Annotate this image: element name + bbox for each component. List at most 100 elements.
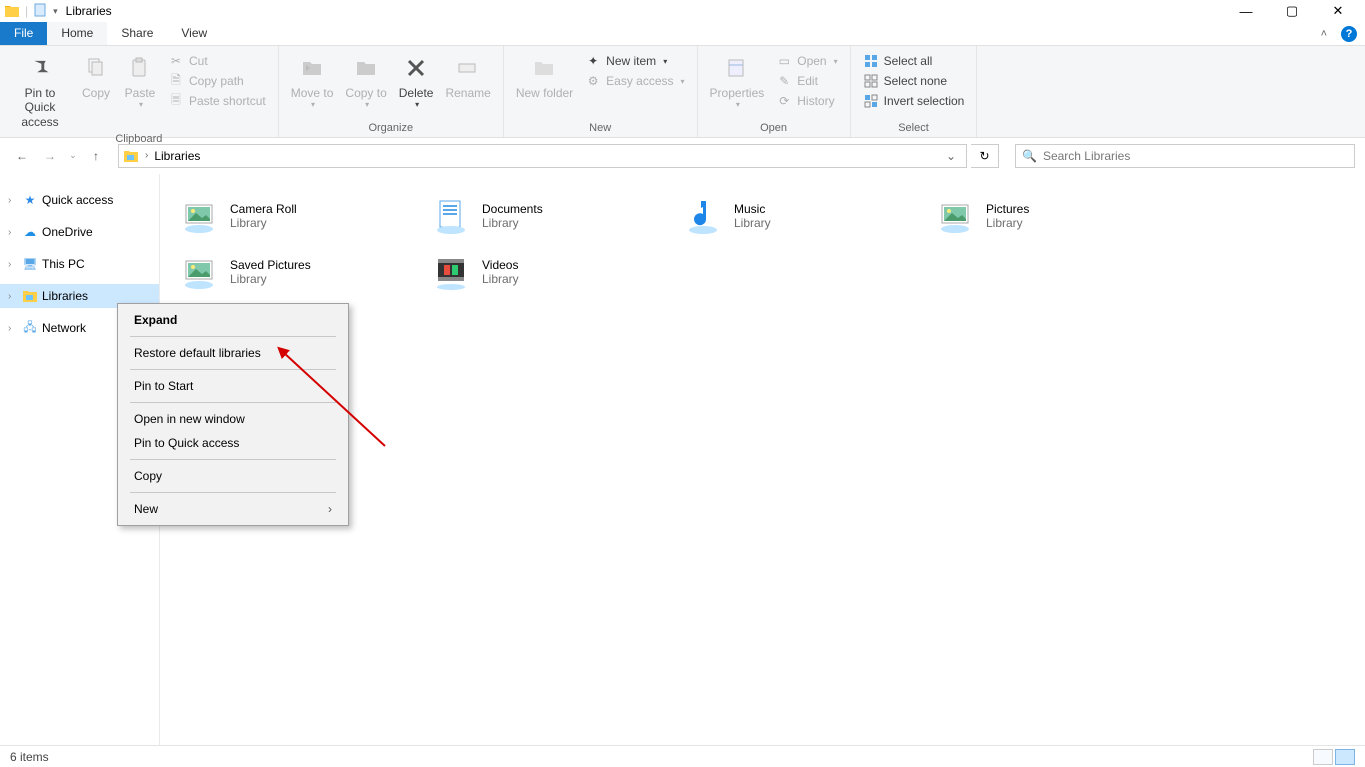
select-none-button[interactable]: Select none xyxy=(861,72,967,90)
ctx-new[interactable]: New › xyxy=(120,497,346,521)
library-type: Library xyxy=(230,216,297,230)
library-name: Music xyxy=(734,202,771,216)
group-select: Select all Select none Invert selection … xyxy=(851,46,978,137)
address-crumb[interactable]: Libraries xyxy=(150,149,204,163)
minimize-button[interactable]: — xyxy=(1223,0,1269,22)
view-details-button[interactable] xyxy=(1313,749,1333,765)
history-button: ⟳History xyxy=(774,92,839,110)
search-box[interactable]: 🔍 Search Libraries xyxy=(1015,144,1355,168)
network-icon: 🖧 xyxy=(22,320,38,336)
cut-icon: ✂ xyxy=(168,53,184,69)
maximize-button[interactable]: ▢ xyxy=(1269,0,1315,22)
refresh-button[interactable]: ↻ xyxy=(971,144,999,168)
qat-properties-icon[interactable] xyxy=(33,2,49,21)
expand-icon[interactable]: › xyxy=(8,323,18,334)
app-icon xyxy=(4,3,20,19)
close-button[interactable]: ✕ xyxy=(1315,0,1361,22)
address-bar[interactable]: › Libraries ⌄ xyxy=(118,144,967,168)
status-text: 6 items xyxy=(10,750,49,764)
library-name: Camera Roll xyxy=(230,202,297,216)
select-all-button[interactable]: Select all xyxy=(861,52,967,70)
expand-icon[interactable]: › xyxy=(8,195,18,206)
quick-access-icon: ★ xyxy=(22,192,38,208)
group-select-label: Select xyxy=(857,120,971,137)
copy-path-label: Copy path xyxy=(189,74,244,88)
tab-home[interactable]: Home xyxy=(47,22,107,45)
quick-access-toolbar: | ▾ xyxy=(4,2,58,21)
window-controls: — ▢ ✕ xyxy=(1223,0,1361,22)
search-icon: 🔍 xyxy=(1022,149,1037,163)
recent-locations-button[interactable]: ⌄ xyxy=(66,144,80,168)
properties-label: Properties xyxy=(710,86,765,100)
ctx-open-in-new-window[interactable]: Open in new window xyxy=(120,407,346,431)
address-dropdown-icon[interactable]: ⌄ xyxy=(940,149,962,163)
qat-dropdown-icon[interactable]: ▾ xyxy=(53,6,58,17)
select-all-icon xyxy=(863,53,879,69)
select-all-label: Select all xyxy=(884,54,933,68)
tree-onedrive[interactable]: ›☁OneDrive xyxy=(0,220,159,244)
ctx-separator xyxy=(130,402,336,403)
back-button[interactable]: ← xyxy=(10,144,34,168)
submenu-arrow-icon: › xyxy=(328,502,332,516)
tree-label: Network xyxy=(42,321,86,335)
invert-selection-button[interactable]: Invert selection xyxy=(861,92,967,110)
pin-to-quick-access-button[interactable]: Pin to Quick access xyxy=(6,50,74,131)
expand-icon[interactable]: › xyxy=(8,259,18,270)
library-type: Library xyxy=(986,216,1029,230)
ctx-pin-to-quick-access[interactable]: Pin to Quick access xyxy=(120,431,346,455)
copy-path-icon: 🗎 xyxy=(168,73,184,89)
ctx-restore-default-libraries[interactable]: Restore default libraries xyxy=(120,341,346,365)
window-title: Libraries xyxy=(66,4,112,18)
open-button: ▭Open▾ xyxy=(774,52,839,70)
new-item-label: New item xyxy=(606,54,656,68)
tab-share[interactable]: Share xyxy=(107,22,167,45)
ctx-pin-to-start[interactable]: Pin to Start xyxy=(120,374,346,398)
tab-view[interactable]: View xyxy=(167,22,221,45)
edit-button: ✎Edit xyxy=(774,72,839,90)
tree-label: OneDrive xyxy=(42,225,93,239)
copy-path-button: 🗎 Copy path xyxy=(166,72,268,90)
library-image-icon xyxy=(178,195,220,237)
libraries-icon xyxy=(22,288,38,304)
ctx-copy[interactable]: Copy xyxy=(120,464,346,488)
ctx-label: Copy xyxy=(134,469,162,483)
library-name: Documents xyxy=(482,202,543,216)
expand-icon[interactable]: › xyxy=(8,227,18,238)
tree-label: This PC xyxy=(42,257,85,271)
open-label: Open xyxy=(797,54,826,68)
library-music-icon xyxy=(682,195,724,237)
invert-selection-icon xyxy=(863,93,879,109)
library-item[interactable]: VideosLibrary xyxy=(428,244,680,300)
ctx-label: New xyxy=(134,502,158,516)
help-icon[interactable]: ? xyxy=(1341,26,1357,42)
library-item[interactable]: DocumentsLibrary xyxy=(428,188,680,244)
up-button[interactable]: ↑ xyxy=(84,144,108,168)
view-tiles-button[interactable] xyxy=(1335,749,1355,765)
collapse-ribbon-icon[interactable]: ˄ xyxy=(1315,28,1333,40)
new-folder-label: New folder xyxy=(516,86,573,100)
library-item[interactable]: PicturesLibrary xyxy=(932,188,1184,244)
group-new: New folder ✦New item▾ ⚙Easy access▾ New xyxy=(504,46,698,137)
tab-file[interactable]: File xyxy=(0,22,47,45)
invert-selection-label: Invert selection xyxy=(884,94,965,108)
paste-button: Paste ▾ xyxy=(118,50,162,112)
ctx-label: Pin to Quick access xyxy=(134,436,239,450)
paste-icon xyxy=(124,52,156,84)
ctx-expand[interactable]: Expand xyxy=(120,308,346,332)
delete-button[interactable]: Delete▾ xyxy=(393,50,440,112)
library-item[interactable]: Camera RollLibrary xyxy=(176,188,428,244)
properties-button: Properties▾ xyxy=(704,50,771,112)
expand-icon[interactable]: › xyxy=(8,291,18,302)
address-chevron-icon[interactable]: › xyxy=(143,150,150,161)
new-item-icon: ✦ xyxy=(585,53,601,69)
easy-access-button: ⚙Easy access▾ xyxy=(583,72,686,90)
library-item[interactable]: Saved PicturesLibrary xyxy=(176,244,428,300)
new-folder-button: New folder xyxy=(510,50,579,102)
library-item[interactable]: MusicLibrary xyxy=(680,188,932,244)
move-to-label: Move to xyxy=(291,86,334,100)
tree-this-pc[interactable]: ›🖥This PC xyxy=(0,252,159,276)
library-grid: Camera RollLibraryDocumentsLibraryMusicL… xyxy=(176,188,1349,300)
new-item-button[interactable]: ✦New item▾ xyxy=(583,52,686,70)
pin-label: Pin to Quick access xyxy=(12,86,68,129)
tree-quick-access[interactable]: ›★Quick access xyxy=(0,188,159,212)
